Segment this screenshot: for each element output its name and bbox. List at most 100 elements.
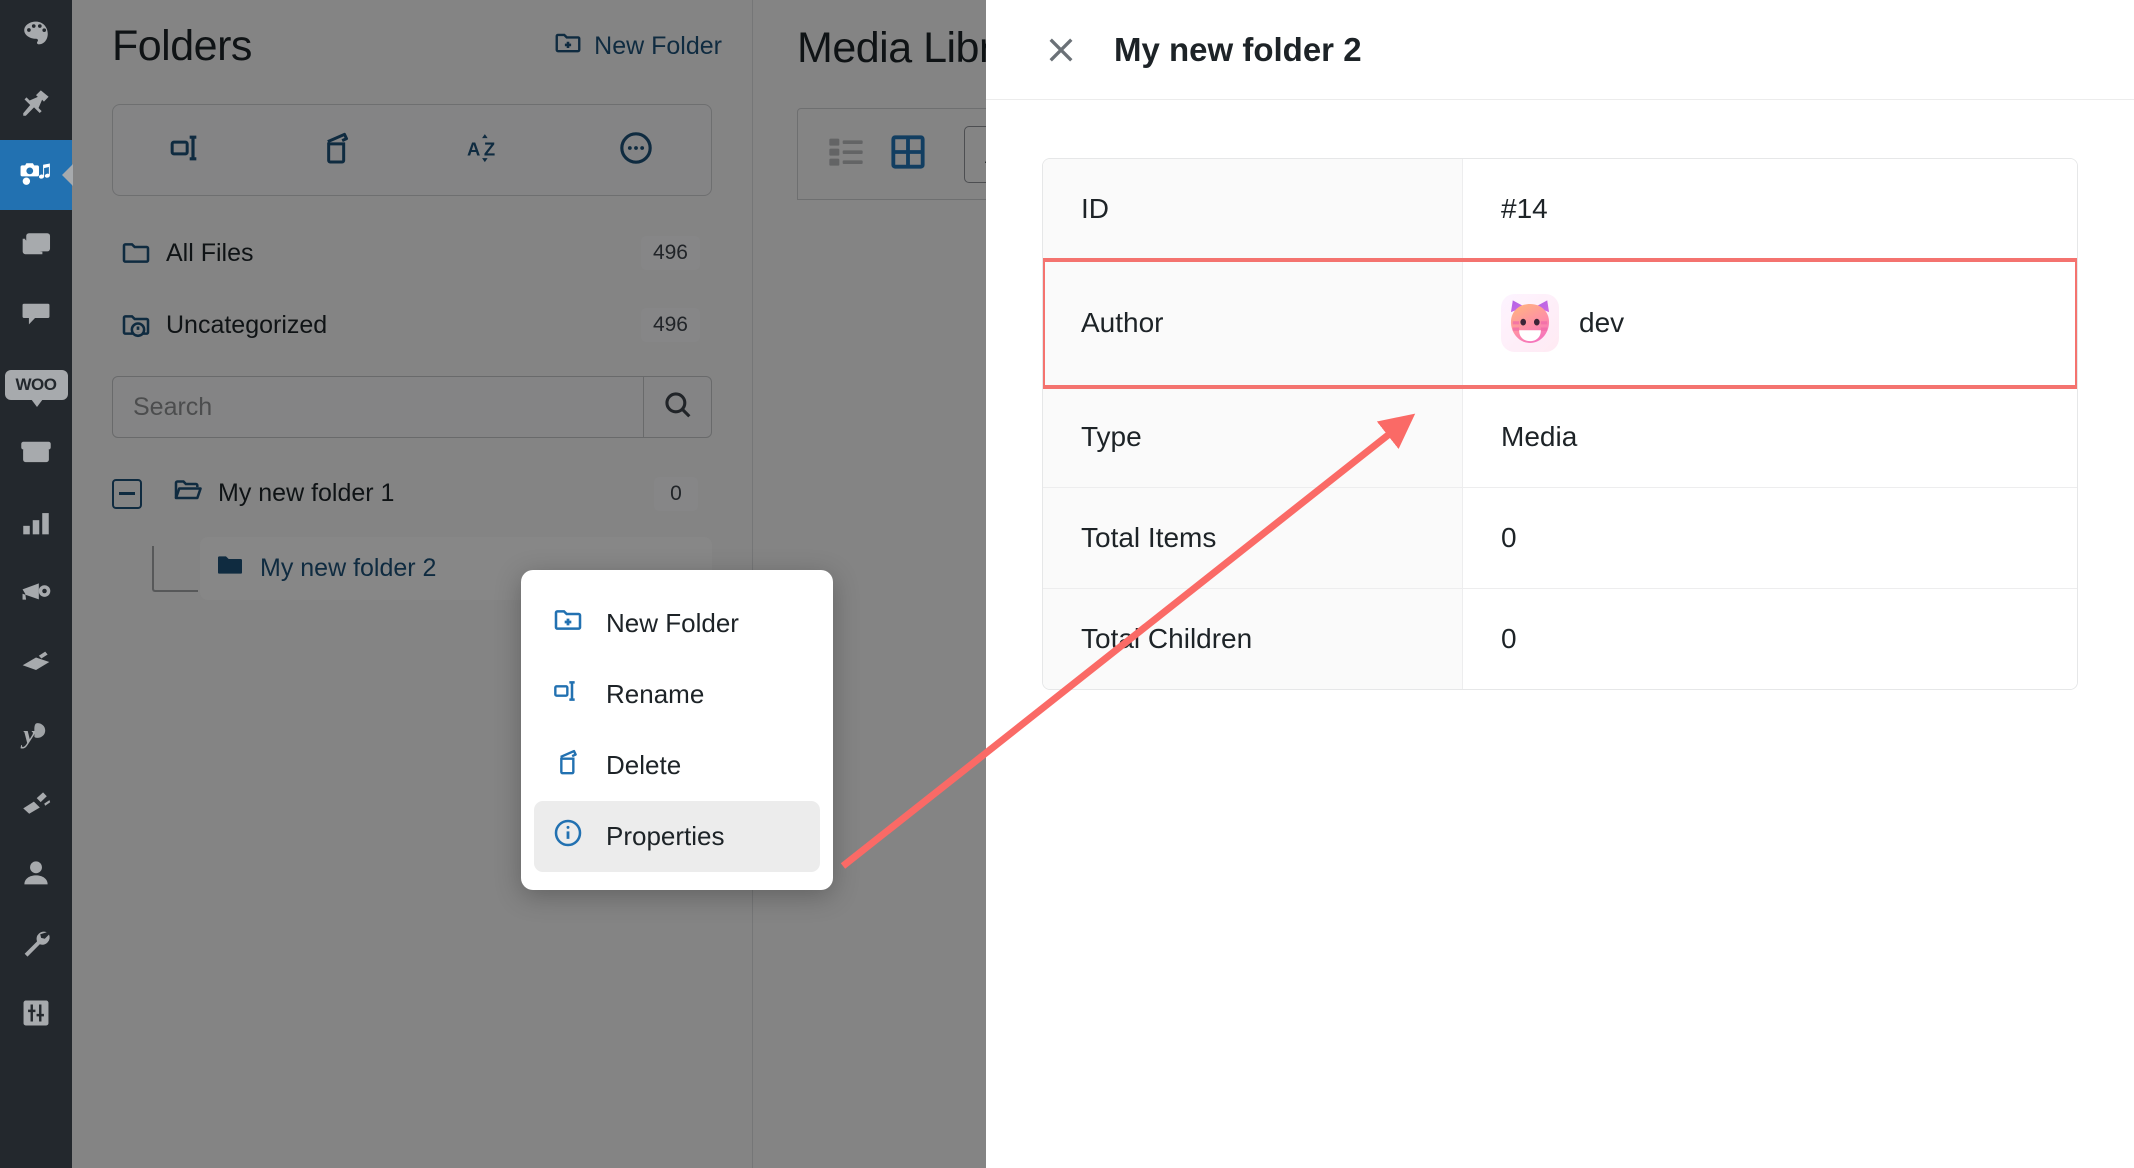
context-menu-item-label: New Folder [606, 608, 739, 639]
table-row: Total Children 0 [1043, 589, 2077, 689]
context-menu-item-rename[interactable]: Rename [534, 659, 820, 730]
folder-label: My new folder 2 [260, 554, 436, 583]
more-tool-button[interactable] [608, 122, 664, 178]
sidebar-item-users[interactable] [0, 840, 72, 910]
woo-icon: WOO [5, 370, 68, 400]
folder-tree-node-parent: My new folder 1 0 [112, 462, 712, 525]
more-circle-icon [616, 128, 656, 173]
list-view-icon [826, 132, 866, 177]
grid-view-button[interactable] [888, 132, 928, 177]
table-cell-key: Total Items [1043, 488, 1463, 588]
close-icon[interactable] [1042, 31, 1080, 69]
properties-panel-header: My new folder 2 [986, 0, 2134, 100]
folder-item-my-new-folder-1[interactable]: My new folder 1 0 [158, 462, 712, 525]
new-folder-button[interactable]: New Folder [553, 28, 722, 65]
sort-az-icon: A Z [467, 128, 507, 173]
svg-text:A: A [467, 138, 480, 159]
sidebar-item-marketing[interactable] [0, 560, 72, 630]
sidebar-active-pointer [62, 164, 73, 186]
info-circle-icon [552, 817, 584, 856]
table-cell-key: ID [1043, 159, 1463, 259]
value-text: dev [1579, 307, 1624, 339]
collapse-toggle-icon[interactable] [112, 479, 142, 509]
table-cell-value: 0 [1463, 589, 2077, 689]
table-row: Total Items 0 [1043, 488, 2077, 589]
table-row: ID #14 [1043, 159, 2077, 260]
value-text: 0 [1501, 623, 1517, 655]
sidebar-item-comments[interactable] [0, 280, 72, 350]
sidebar-item-appearance[interactable] [0, 0, 72, 70]
svg-text:y: y [20, 718, 36, 748]
folder-count-badge: 496 [641, 236, 700, 270]
table-cell-key: Author [1043, 260, 1463, 386]
folder-open-icon [172, 474, 204, 513]
new-folder-icon [552, 604, 584, 643]
sidebar-item-pages[interactable] [0, 210, 72, 280]
list-view-button[interactable] [826, 132, 866, 177]
properties-table: ID #14 Author [1042, 158, 2078, 690]
rename-icon [552, 675, 584, 714]
context-menu-item-label: Properties [606, 821, 725, 852]
folder-alert-icon [120, 309, 152, 341]
folder-count-badge: 0 [654, 477, 698, 511]
user-icon [19, 856, 53, 895]
sidebar-item-woocommerce[interactable]: WOO [0, 350, 72, 420]
wrench-icon [19, 926, 53, 965]
rename-tool-button[interactable] [160, 122, 216, 178]
context-menu-item-delete[interactable]: Delete [534, 730, 820, 801]
value-text: Media [1501, 421, 1577, 453]
table-cell-value: dev [1463, 260, 2077, 386]
sidebar-item-media[interactable] [0, 140, 72, 210]
folder-item-uncategorized[interactable]: Uncategorized 496 [112, 296, 712, 354]
wp-admin-sidebar: WOO [0, 0, 72, 1168]
folder-count-badge: 496 [641, 308, 700, 342]
delete-tool-button[interactable] [309, 122, 365, 178]
sort-tool-button[interactable]: A Z [459, 122, 515, 178]
sidebar-item-plugins-2[interactable] [0, 630, 72, 700]
yoast-y-icon: y [19, 716, 53, 755]
delete-icon [552, 746, 584, 785]
context-menu-item-new-folder[interactable]: New Folder [534, 588, 820, 659]
tree-elbow-connector [152, 546, 198, 592]
context-menu-item-properties[interactable]: Properties [534, 801, 820, 872]
archive-box-icon [19, 436, 53, 475]
sidebar-item-settings[interactable] [0, 980, 72, 1050]
sidebar-item-yoast[interactable]: y [0, 700, 72, 770]
folder-item-all-files[interactable]: All Files 496 [112, 224, 712, 282]
table-row: Type Media [1043, 387, 2077, 488]
folders-header: Folders New Folder [72, 0, 752, 71]
sidebar-item-plugins[interactable] [0, 70, 72, 140]
plug-cable-icon [19, 786, 53, 825]
search-button[interactable] [643, 377, 711, 437]
sidebar-item-products[interactable] [0, 420, 72, 490]
plug-pin-icon [19, 86, 53, 125]
table-cell-key: Type [1043, 387, 1463, 487]
folder-properties-panel: My new folder 2 ID #14 Author [986, 0, 2134, 1168]
search-input[interactable] [113, 377, 643, 437]
new-folder-icon [553, 28, 583, 65]
bar-chart-icon [19, 506, 53, 545]
avatar [1501, 294, 1559, 352]
app-screen: Folders New Folder [0, 0, 2134, 1168]
sidebar-item-tools[interactable] [0, 910, 72, 980]
pages-icon [19, 226, 53, 265]
rename-icon [168, 128, 208, 173]
comment-icon [19, 296, 53, 335]
delete-icon [317, 128, 357, 173]
table-cell-key: Total Children [1043, 589, 1463, 689]
sidebar-item-analytics[interactable] [0, 490, 72, 560]
palette-icon [19, 16, 53, 55]
sliders-icon [19, 996, 53, 1035]
grid-view-icon [888, 132, 928, 177]
table-cell-value: 0 [1463, 488, 2077, 588]
folder-filled-icon [214, 549, 246, 588]
folder-icon [120, 237, 152, 269]
folders-toolbar: A Z [112, 104, 712, 196]
table-row: Author [1043, 260, 2077, 387]
folder-label: Uncategorized [166, 311, 627, 340]
table-cell-value: Media [1463, 387, 2077, 487]
folder-label: All Files [166, 239, 627, 268]
sidebar-item-extensions[interactable] [0, 770, 72, 840]
context-menu-item-label: Delete [606, 750, 681, 781]
properties-panel-title: My new folder 2 [1114, 31, 1362, 69]
